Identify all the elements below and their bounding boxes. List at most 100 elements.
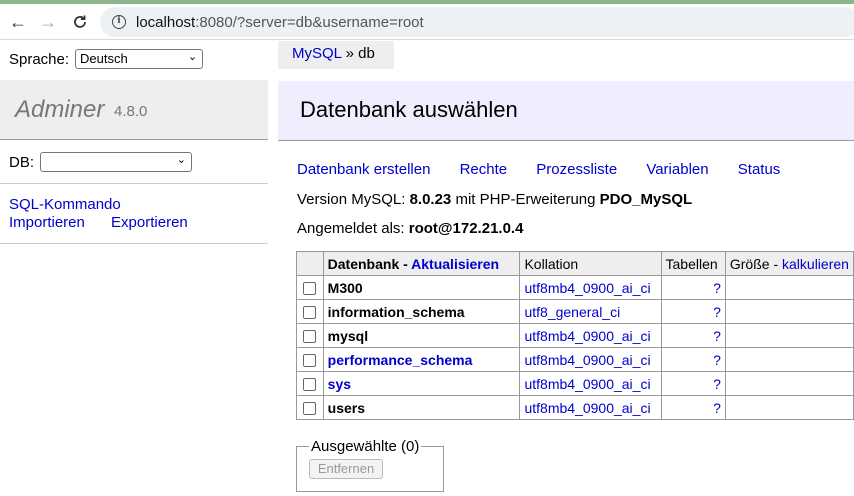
header-check-cell — [296, 251, 324, 276]
language-row: Sprache: Deutsch ⌄ — [9, 49, 204, 69]
tables-count-cell[interactable]: ? — [660, 299, 726, 324]
database-name-link[interactable]: information_schema — [328, 304, 465, 320]
db-label: DB: — [9, 153, 35, 171]
row-checkbox[interactable] — [303, 378, 317, 392]
row-checkbox[interactable] — [303, 402, 317, 416]
login-info: Angemeldet als: root@172.21.0.4 — [297, 220, 523, 237]
export-link[interactable]: Exportieren — [111, 214, 188, 231]
database-name-link[interactable]: performance_schema — [328, 352, 473, 368]
database-name-link[interactable]: M300 — [328, 280, 363, 296]
header-tables: Tabellen — [660, 251, 726, 276]
header-size-dash: - — [769, 255, 783, 272]
site-info-icon[interactable]: i — [112, 15, 126, 29]
brand-header: Adminer 4.8.0 — [0, 80, 268, 140]
logged-label: Angemeldet als: — [297, 220, 405, 237]
row-checkbox[interactable] — [303, 282, 317, 296]
table-row: information_schema utf8_general_ci? — [296, 299, 854, 324]
table-row: performance_schema utf8mb4_0900_ai_ci? — [296, 347, 854, 372]
table-row: sys utf8mb4_0900_ai_ci? — [296, 371, 854, 396]
tables-count-cell[interactable]: ? — [660, 395, 726, 420]
language-value: Deutsch — [80, 51, 128, 66]
forward-arrow-icon[interactable]: → — [36, 10, 60, 34]
divider — [0, 183, 268, 184]
row-checkbox-cell — [296, 347, 324, 372]
brand-name[interactable]: Adminer — [15, 96, 104, 124]
row-checkbox[interactable] — [303, 354, 317, 368]
size-cell — [724, 371, 854, 396]
processlist-link[interactable]: Prozessliste — [536, 161, 617, 178]
database-name-cell: information_schema — [322, 299, 521, 324]
reload-icon[interactable] — [68, 10, 92, 34]
size-cell — [724, 395, 854, 420]
row-checkbox[interactable] — [303, 306, 317, 320]
db-row: DB: ⌄ — [9, 152, 193, 172]
url-host: localhost — [136, 13, 196, 31]
logged-value: root@172.21.0.4 — [408, 220, 524, 237]
language-label: Sprache: — [9, 50, 70, 68]
table-row: M300 utf8mb4_0900_ai_ci? — [296, 275, 854, 300]
breadcrumb-root-link[interactable]: MySQL — [292, 45, 341, 62]
tables-count-cell[interactable]: ? — [660, 371, 726, 396]
language-select[interactable]: Deutsch ⌄ — [75, 49, 204, 69]
size-cell — [724, 299, 854, 324]
row-checkbox[interactable] — [303, 330, 317, 344]
back-arrow-icon[interactable]: ← — [6, 10, 30, 34]
sidebar-menu: Sprache: Deutsch ⌄ Adminer 4.8.0 DB: ⌄ S… — [0, 41, 268, 496]
variables-link[interactable]: Variablen — [646, 161, 708, 178]
breadcrumb: MySQL » db — [278, 41, 394, 69]
row-checkbox-cell — [296, 395, 324, 420]
status-link[interactable]: Status — [738, 161, 781, 178]
database-name-cell: performance_schema — [322, 347, 521, 372]
tables-count-cell[interactable]: ? — [660, 275, 726, 300]
menu-links: SQL-Kommando Importieren Exportieren — [9, 196, 210, 232]
collation-cell[interactable]: utf8mb4_0900_ai_ci — [519, 347, 662, 372]
database-name-link[interactable]: users — [328, 400, 365, 416]
size-cell — [724, 275, 854, 300]
address-bar[interactable]: i localhost:8080/?server=db&username=roo… — [100, 7, 854, 37]
breadcrumb-current: db — [358, 45, 375, 62]
header-database: Datenbank - Aktualisieren — [322, 251, 521, 276]
chevron-down-icon: ⌄ — [187, 51, 198, 63]
privileges-link[interactable]: Rechte — [460, 161, 508, 178]
tables-count-cell[interactable]: ? — [660, 323, 726, 348]
brand-version: 4.8.0 — [114, 103, 148, 120]
collation-cell[interactable]: utf8mb4_0900_ai_ci — [519, 323, 662, 348]
collation-cell[interactable]: utf8mb4_0900_ai_ci — [519, 371, 662, 396]
sql-command-link[interactable]: SQL-Kommando — [9, 196, 121, 213]
remove-button[interactable]: Entfernen — [309, 459, 383, 479]
row-checkbox-cell — [296, 371, 324, 396]
extension-label: mit PHP-Erweiterung — [455, 191, 596, 208]
size-cell — [724, 347, 854, 372]
browser-toolbar: ← → i localhost:8080/?server=db&username… — [0, 4, 854, 40]
create-database-link[interactable]: Datenbank erstellen — [297, 161, 430, 178]
header-db-label: Datenbank — [327, 255, 400, 272]
selection-legend: Ausgewählte (0) — [311, 438, 420, 455]
row-checkbox-cell — [296, 275, 324, 300]
table-row: users utf8mb4_0900_ai_ci? — [296, 395, 854, 420]
database-name-cell: users — [322, 395, 521, 420]
header-size: Größe - kalkulieren — [724, 251, 854, 276]
header-dash: - — [399, 255, 412, 272]
breadcrumb-separator: » — [345, 45, 354, 62]
refresh-link[interactable]: Aktualisieren — [411, 256, 499, 272]
content-header: Datenbank auswählen — [278, 81, 854, 141]
version-info: Version MySQL: 8.0.23 mit PHP-Erweiterun… — [297, 191, 692, 208]
database-name-cell: mysql — [322, 323, 521, 348]
calculate-link[interactable]: kalkulieren — [782, 256, 849, 272]
db-select[interactable]: ⌄ — [40, 152, 193, 172]
action-links: Datenbank erstellen Rechte Prozessliste … — [297, 161, 805, 178]
table-header-row: Datenbank - Aktualisieren Kollation Tabe… — [296, 251, 854, 276]
database-name-link[interactable]: sys — [328, 376, 351, 392]
extension-value: PDO_MySQL — [599, 191, 693, 208]
database-name-cell: M300 — [322, 275, 521, 300]
collation-cell[interactable]: utf8mb4_0900_ai_ci — [519, 275, 662, 300]
size-cell — [724, 323, 854, 348]
database-name-link[interactable]: mysql — [328, 328, 368, 344]
database-name-cell: sys — [322, 371, 521, 396]
header-collation: Kollation — [519, 251, 662, 276]
collation-cell[interactable]: utf8_general_ci — [519, 299, 662, 324]
tables-count-cell[interactable]: ? — [660, 347, 726, 372]
version-value: 8.0.23 — [409, 191, 452, 208]
collation-cell[interactable]: utf8mb4_0900_ai_ci — [519, 395, 662, 420]
import-link[interactable]: Importieren — [9, 214, 85, 231]
